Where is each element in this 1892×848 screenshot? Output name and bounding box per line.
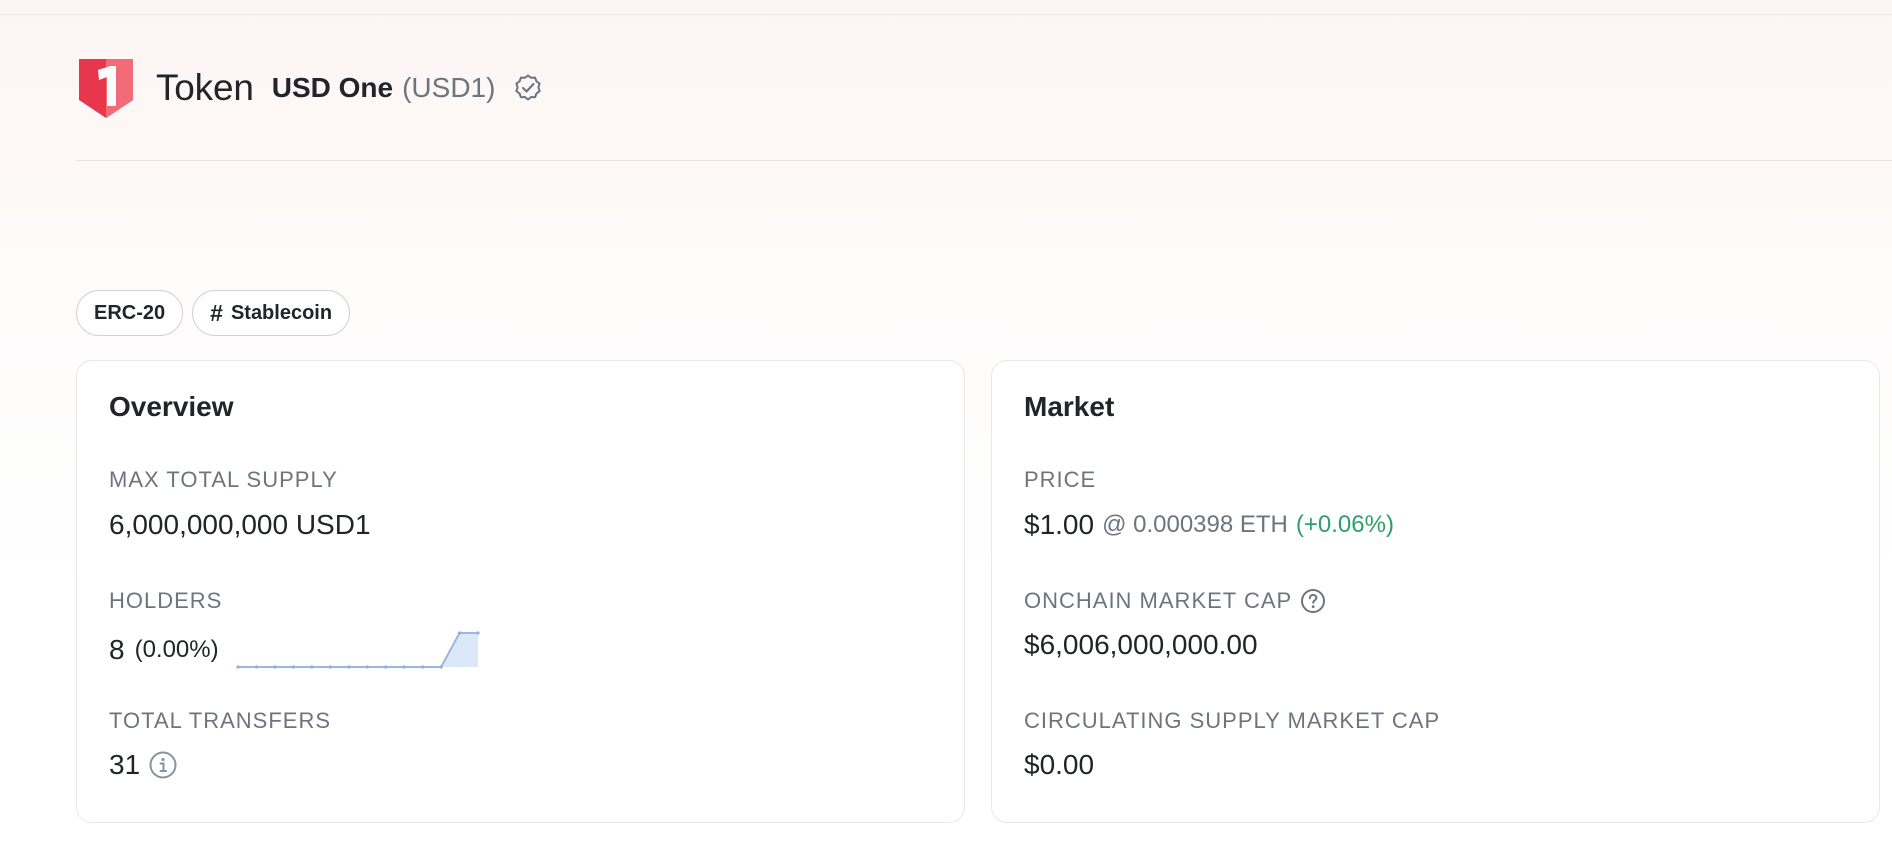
onchain-mcap-value: $6,006,000,000.00 bbox=[1024, 629, 1258, 660]
transfers-label: TOTAL TRANSFERS bbox=[109, 708, 332, 733]
market-card: Market PRICE $1.00 @ 0.000398 ETH (+0.06… bbox=[991, 360, 1880, 823]
hashtag-icon: # bbox=[210, 299, 223, 326]
sparkline-line bbox=[237, 632, 478, 668]
sparkline-point bbox=[328, 665, 332, 669]
page-header: Token USD One (USD1) bbox=[76, 56, 543, 120]
sparkline-point bbox=[236, 665, 240, 669]
sparkline-point bbox=[439, 665, 443, 669]
usd1-shield-logo-icon bbox=[79, 59, 133, 118]
price-value: $1.00 bbox=[1024, 509, 1095, 540]
holders-sparkline-chart bbox=[236, 631, 480, 669]
sparkline-point bbox=[291, 665, 295, 669]
max-supply-label: MAX TOTAL SUPPLY bbox=[109, 467, 338, 492]
sparkline-point bbox=[457, 631, 461, 635]
page-title: Token bbox=[156, 67, 254, 108]
erc20-badge[interactable]: ERC-20 bbox=[76, 290, 184, 336]
price-row: $1.00 @ 0.000398 ETH (+0.06%) bbox=[1024, 509, 1394, 541]
top-border bbox=[0, 14, 1892, 15]
overview-card: Overview MAX TOTAL SUPPLY 6,000,000,000 … bbox=[76, 360, 965, 823]
verified-check-icon[interactable] bbox=[513, 73, 543, 103]
onchain-mcap-label: ONCHAIN MARKET CAP bbox=[1024, 588, 1326, 614]
sparkline-point bbox=[346, 665, 350, 669]
sparkline-point bbox=[420, 665, 424, 669]
stablecoin-tag-label: Stablecoin bbox=[230, 301, 333, 324]
sparkline-point bbox=[272, 665, 277, 669]
price-label: PRICE bbox=[1024, 467, 1097, 492]
token-name: USD One bbox=[271, 72, 394, 103]
erc20-badge-label: ERC-20 bbox=[94, 301, 166, 324]
sparkline-point bbox=[365, 665, 369, 669]
sparkline-point bbox=[309, 665, 314, 669]
price-change: (+0.06%) bbox=[1295, 511, 1394, 538]
holders-label: HOLDERS bbox=[109, 588, 223, 613]
sparkline-point bbox=[254, 665, 258, 669]
header-divider bbox=[76, 160, 1892, 161]
sparkline-point bbox=[476, 631, 480, 635]
transfers-value: 31 bbox=[109, 749, 141, 780]
info-icon[interactable] bbox=[148, 750, 178, 780]
holders-row: 8 (0.00%) bbox=[109, 629, 481, 671]
help-circle-icon[interactable] bbox=[1300, 588, 1326, 614]
stablecoin-tag-badge[interactable]: # Stablecoin bbox=[192, 290, 351, 336]
max-supply-value: 6,000,000,000 USD1 bbox=[109, 509, 371, 540]
overview-title: Overview bbox=[109, 391, 234, 422]
token-symbol: (USD1) bbox=[402, 72, 496, 103]
circ-mcap-value: $0.00 bbox=[1024, 749, 1095, 780]
holders-value[interactable]: 8 bbox=[109, 634, 125, 666]
sparkline-area bbox=[237, 633, 478, 667]
circ-mcap-label: CIRCULATING SUPPLY MARKET CAP bbox=[1024, 708, 1441, 733]
onchain-mcap-label-text: ONCHAIN MARKET CAP bbox=[1024, 588, 1293, 613]
sparkline-point bbox=[383, 665, 387, 669]
holders-percentage: (0.00%) bbox=[134, 636, 219, 663]
market-title: Market bbox=[1024, 391, 1115, 422]
sparkline-point bbox=[402, 665, 406, 669]
token-badges: ERC-20 # Stablecoin bbox=[76, 290, 351, 336]
price-eth: @ 0.000398 ETH bbox=[1102, 511, 1288, 538]
transfers-row: 31 bbox=[109, 749, 178, 781]
